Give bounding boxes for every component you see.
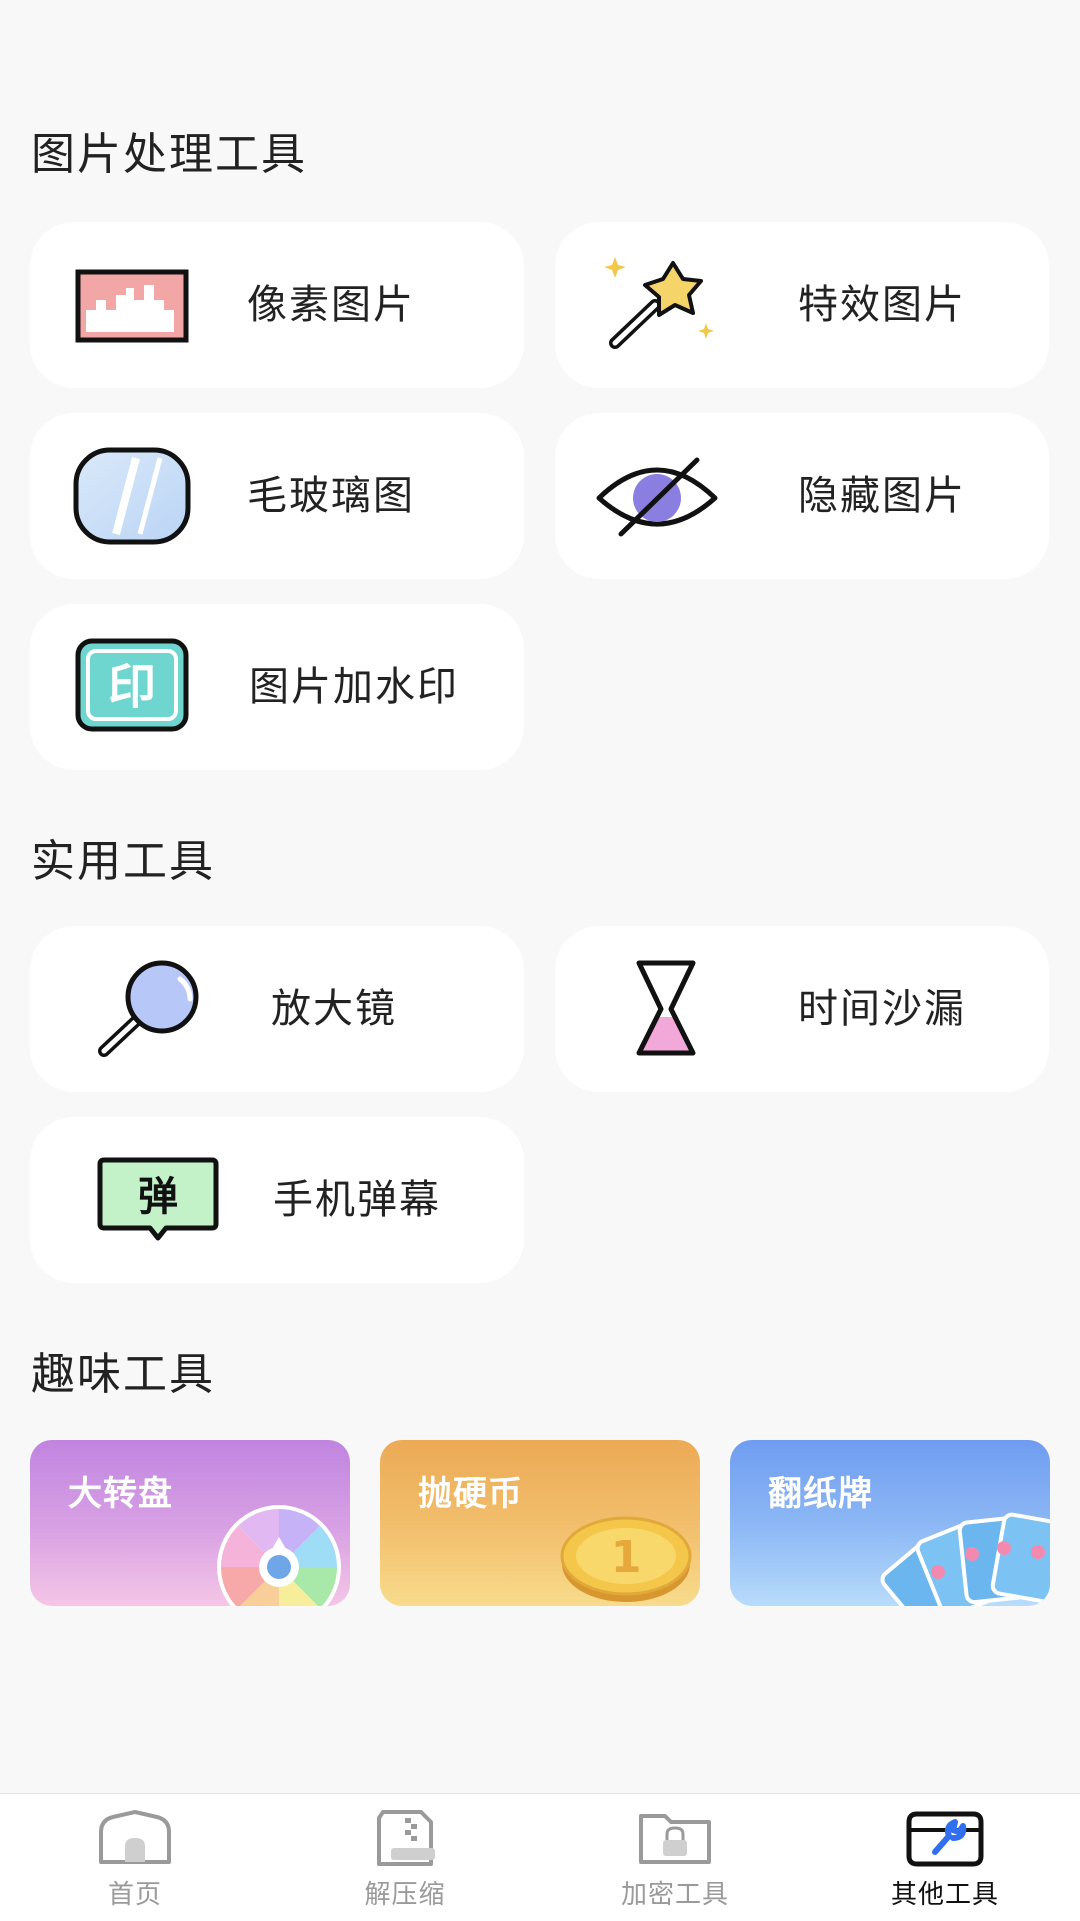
fun-card-cards[interactable]: 翻纸牌 — [730, 1440, 1050, 1606]
tool-card-pixel-image[interactable]: 像素图片 — [30, 222, 524, 388]
frosted-glass-icon — [73, 447, 191, 545]
spin-wheel-icon — [217, 1505, 341, 1606]
tool-card-frosted-glass[interactable]: 毛玻璃图 — [30, 413, 524, 579]
bottom-tab-bar: 首页 解压缩 加密工具 其他工具 — [0, 1793, 1080, 1921]
tab-label: 首页 — [107, 1880, 162, 1910]
toolbox-icon — [906, 1811, 984, 1867]
tool-label: 放大镜 — [271, 986, 397, 1032]
fun-card-spin-wheel[interactable]: 大转盘 — [30, 1440, 350, 1606]
section-title-fun-tools: 趣味工具 — [31, 1349, 215, 1400]
tool-card-effect-image[interactable]: 特效图片 — [555, 222, 1049, 388]
tab-label: 加密工具 — [620, 1880, 729, 1910]
tab-label: 其他工具 — [890, 1880, 999, 1910]
watermark-stamp-icon: 印 — [75, 638, 189, 732]
coin-face-text: 1 — [611, 1532, 642, 1583]
tab-encrypt[interactable]: 加密工具 — [540, 1794, 810, 1921]
home-icon — [99, 1810, 171, 1864]
tool-label: 特效图片 — [798, 282, 966, 328]
zip-file-icon — [377, 1810, 435, 1866]
tool-card-hidden-image[interactable]: 隐藏图片 — [555, 413, 1049, 579]
cards-icon — [880, 1512, 1050, 1606]
tab-home[interactable]: 首页 — [0, 1794, 270, 1921]
danmaku-icon-text: 弹 — [138, 1174, 178, 1220]
fun-label: 翻纸牌 — [768, 1474, 873, 1514]
danmaku-icon: 弹 — [97, 1157, 219, 1241]
tab-label: 解压缩 — [364, 1880, 446, 1910]
tool-card-danmaku[interactable]: 弹 手机弹幕 — [30, 1117, 524, 1283]
watermark-stamp-text: 印 — [108, 659, 156, 715]
tool-label: 隐藏图片 — [798, 473, 966, 519]
tool-label: 毛玻璃图 — [247, 473, 415, 519]
magic-wand-icon — [604, 257, 714, 349]
fun-label: 抛硬币 — [418, 1474, 523, 1514]
pixel-image-icon — [75, 269, 189, 343]
tool-label: 像素图片 — [247, 282, 415, 328]
fun-card-coin[interactable]: 抛硬币 1 — [380, 1440, 700, 1606]
tool-label: 手机弹幕 — [273, 1177, 441, 1223]
hidden-eye-icon — [596, 457, 718, 537]
section-title-practical-tools: 实用工具 — [31, 836, 215, 887]
magnifier-icon — [98, 960, 199, 1057]
lock-folder-icon — [639, 1814, 711, 1864]
hourglass-icon — [636, 960, 696, 1056]
coin-icon: 1 — [560, 1516, 692, 1602]
tool-label: 时间沙漏 — [798, 986, 966, 1032]
tab-other-tools[interactable]: 其他工具 — [810, 1794, 1080, 1921]
tool-card-magnifier[interactable]: 放大镜 — [30, 926, 524, 1092]
tab-unzip[interactable]: 解压缩 — [270, 1794, 540, 1921]
fun-label: 大转盘 — [68, 1474, 173, 1514]
tool-label: 图片加水印 — [249, 664, 459, 710]
tool-card-hourglass[interactable]: 时间沙漏 — [555, 926, 1049, 1092]
tool-card-watermark[interactable]: 印 图片加水印 — [30, 604, 524, 770]
section-title-image-tools: 图片处理工具 — [31, 129, 307, 180]
